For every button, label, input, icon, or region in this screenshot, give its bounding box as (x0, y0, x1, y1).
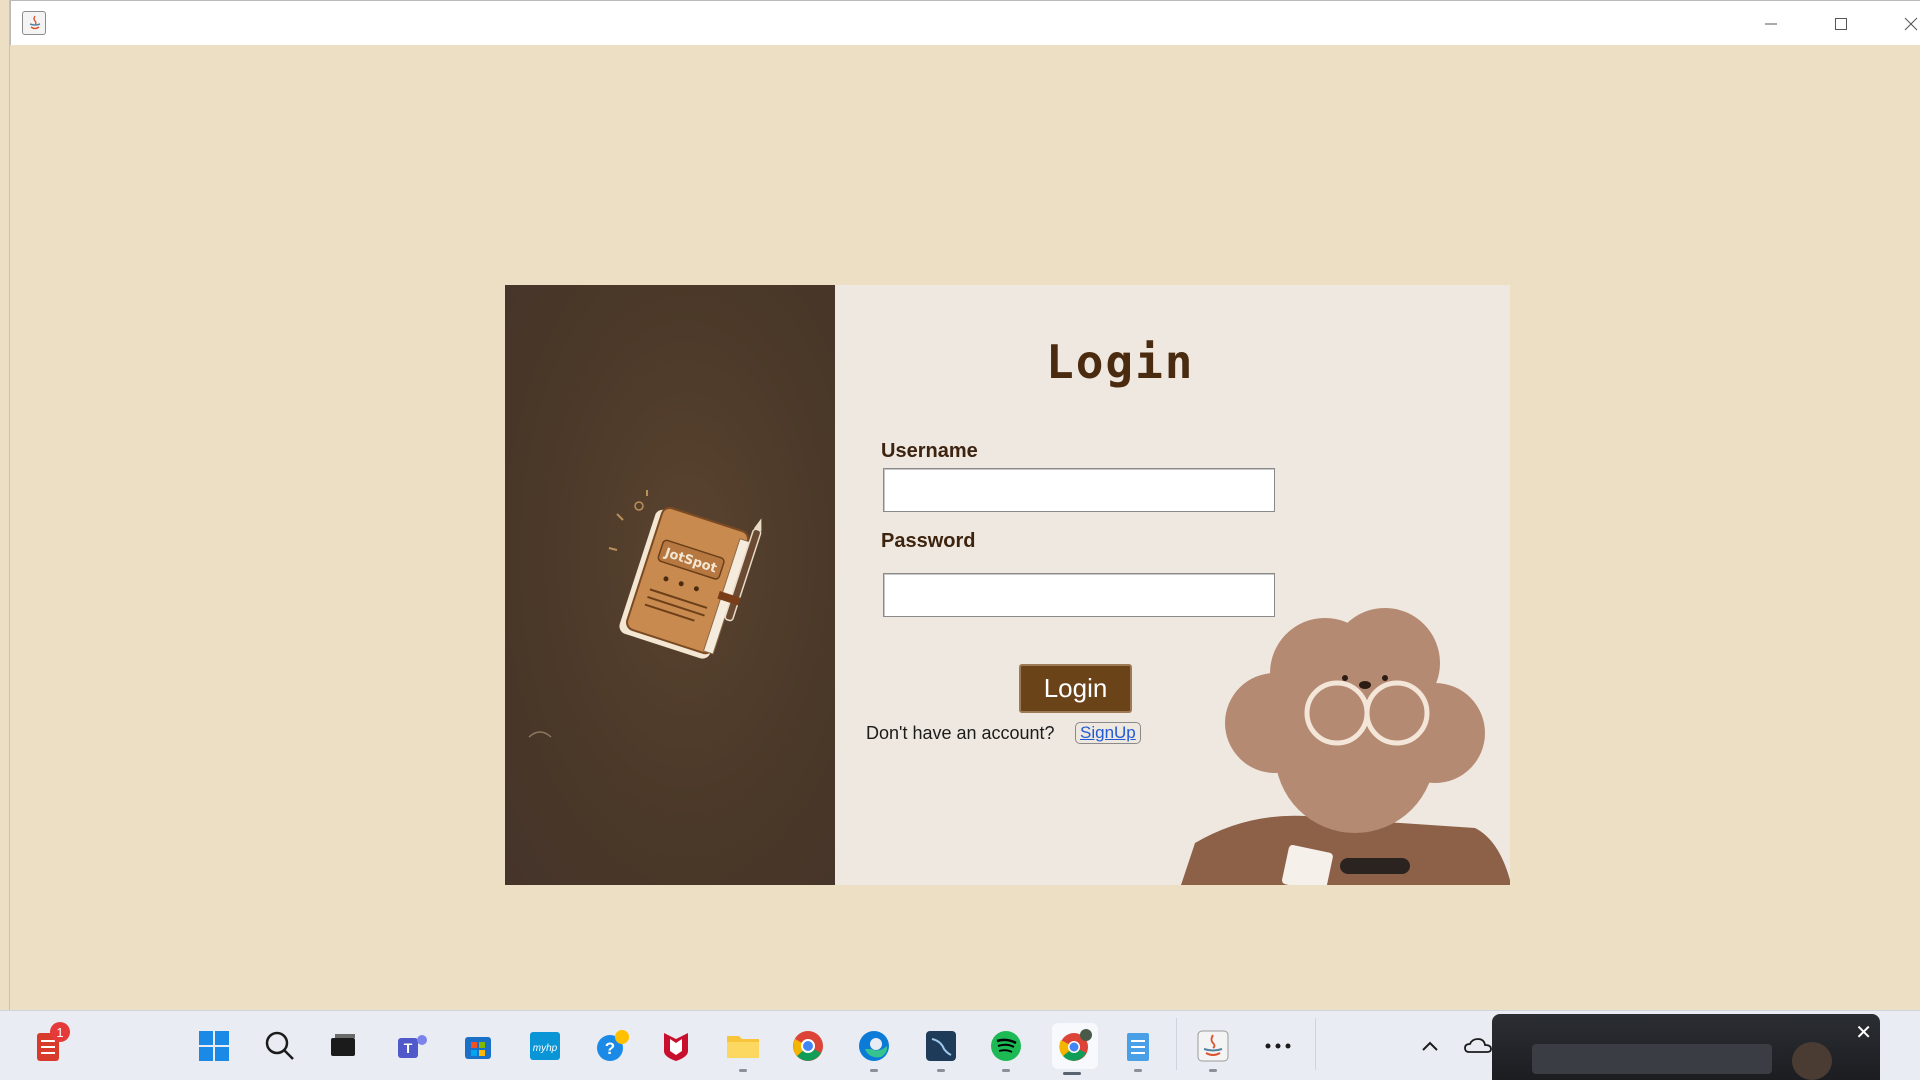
java-icon[interactable] (1193, 1026, 1233, 1072)
password-label: Password (881, 530, 976, 552)
teams-icon[interactable]: T (392, 1026, 432, 1066)
close-button[interactable] (1877, 1, 1920, 46)
svg-text:T: T (404, 1040, 413, 1056)
no-account-text: Don't have an account? (866, 723, 1055, 743)
svg-text:myhp: myhp (533, 1043, 558, 1054)
mysql-workbench-icon[interactable] (921, 1026, 961, 1072)
preview-content (1792, 1042, 1832, 1080)
file-explorer-icon[interactable] (723, 1026, 763, 1072)
window-preview-thumbnail[interactable]: ✕ (1492, 1014, 1880, 1080)
password-field[interactable] (883, 573, 1275, 617)
title-bar[interactable] (10, 0, 1920, 45)
svg-text:?: ? (605, 1039, 615, 1058)
spotify-icon[interactable] (986, 1026, 1026, 1072)
preview-close-button[interactable]: ✕ (1855, 1020, 1872, 1044)
taskbar-separator (1315, 1018, 1316, 1070)
store-icon[interactable] (458, 1026, 498, 1066)
preview-content (1532, 1044, 1772, 1074)
java-app-icon (22, 11, 46, 35)
help-icon[interactable]: ? (593, 1026, 633, 1066)
task-view-icon[interactable] (323, 1026, 363, 1066)
start-icon[interactable] (194, 1026, 234, 1066)
signup-link[interactable]: SignUp (1075, 722, 1141, 744)
maximize-button[interactable] (1807, 1, 1875, 46)
notification-badge: 1 (50, 1022, 70, 1042)
window-left-edge (0, 0, 10, 1010)
username-label: Username (881, 440, 978, 462)
chrome-profile-icon[interactable] (1052, 1023, 1098, 1075)
maximize-icon (1835, 17, 1847, 30)
close-icon (1904, 17, 1918, 30)
login-title: Login (1046, 335, 1195, 389)
login-button[interactable]: Login (1019, 664, 1132, 713)
decorative-mark (528, 731, 552, 738)
chrome-icon[interactable] (788, 1026, 828, 1066)
search-icon[interactable] (260, 1026, 300, 1066)
brand-panel: JotSpot (505, 285, 835, 885)
taskbar-separator (1176, 1018, 1177, 1070)
minimize-button[interactable] (1737, 1, 1805, 46)
edge-icon[interactable] (854, 1026, 894, 1072)
more-icon[interactable] (1258, 1026, 1298, 1066)
chevron-up-icon[interactable] (1410, 1026, 1450, 1066)
mcafee-icon[interactable] (656, 1026, 696, 1066)
notebook-logo: JotSpot (608, 490, 762, 659)
notepad-icon[interactable] (1118, 1026, 1158, 1072)
myhp-icon[interactable]: myhp (525, 1026, 565, 1066)
username-field[interactable] (883, 468, 1275, 512)
poodle-illustration (1181, 608, 1510, 885)
minimize-icon (1765, 23, 1777, 24)
